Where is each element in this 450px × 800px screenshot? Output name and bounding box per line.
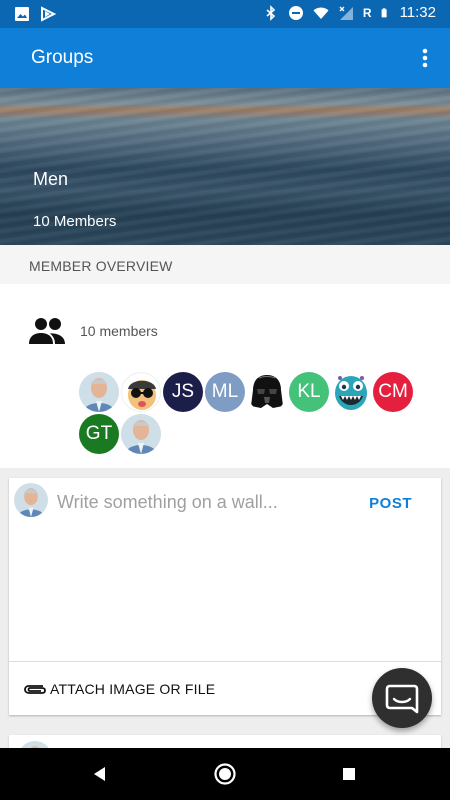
divider <box>9 661 441 662</box>
do-not-disturb-icon <box>288 5 303 20</box>
system-navigation-bar <box>0 748 450 800</box>
attach-label: ATTACH IMAGE OR FILE <box>50 681 216 697</box>
cartoon-face-icon <box>128 380 156 410</box>
app-bar: Groups <box>0 28 450 88</box>
helmet-icon <box>251 375 283 408</box>
post-button[interactable]: POST <box>369 495 412 512</box>
roaming-indicator: R <box>362 5 372 20</box>
group-name: Men <box>33 169 69 189</box>
member-avatar-gt[interactable]: GT <box>79 414 119 454</box>
member-avatar-ml[interactable]: ML <box>205 372 245 412</box>
attach-file-button[interactable]: ATTACH IMAGE OR FILE <box>23 681 215 697</box>
paperclip-icon <box>24 685 46 694</box>
status-bar: R 11:32 <box>0 0 450 28</box>
wifi-icon <box>313 7 329 19</box>
person-photo-icon <box>121 414 161 454</box>
group-cover-image: Men 10 Members <box>0 88 450 245</box>
member-avatar-cartoon[interactable] <box>121 372 161 412</box>
member-avatar-kl[interactable]: KL <box>289 372 329 412</box>
battery-icon <box>381 7 387 17</box>
chat-icon <box>385 684 419 714</box>
more-options-icon[interactable] <box>414 46 436 70</box>
member-overview-card: 10 members JS ML KL CM GT <box>0 284 450 468</box>
section-header: MEMBER OVERVIEW <box>0 245 450 284</box>
page-title: Groups <box>31 47 94 68</box>
member-avatar-vader[interactable] <box>247 372 287 412</box>
members-count: 10 members <box>80 323 158 339</box>
member-avatar-photo[interactable] <box>79 372 119 412</box>
home-icon[interactable] <box>213 762 237 786</box>
app-notification-icon <box>41 6 56 22</box>
person-photo-icon <box>14 483 48 517</box>
person-photo-icon <box>79 372 119 412</box>
current-user-avatar <box>14 483 48 517</box>
image-notification-icon <box>15 7 29 21</box>
member-avatar-cm[interactable]: CM <box>373 372 413 412</box>
member-avatar-monster[interactable] <box>331 372 371 412</box>
monster-face-icon <box>335 376 367 410</box>
group-people-icon <box>29 318 65 344</box>
wall-post-input[interactable] <box>57 492 357 513</box>
recents-icon[interactable] <box>337 762 361 786</box>
back-icon[interactable] <box>88 762 112 786</box>
member-avatar-photo-2[interactable] <box>121 414 161 454</box>
signal-icon <box>339 6 353 20</box>
section-title: MEMBER OVERVIEW <box>29 258 173 274</box>
group-members-count: 10 Members <box>33 213 117 230</box>
bluetooth-icon <box>266 4 276 21</box>
clock: 11:32 <box>399 4 436 21</box>
member-avatar-js[interactable]: JS <box>163 372 203 412</box>
chat-messenger-button[interactable] <box>372 668 432 728</box>
